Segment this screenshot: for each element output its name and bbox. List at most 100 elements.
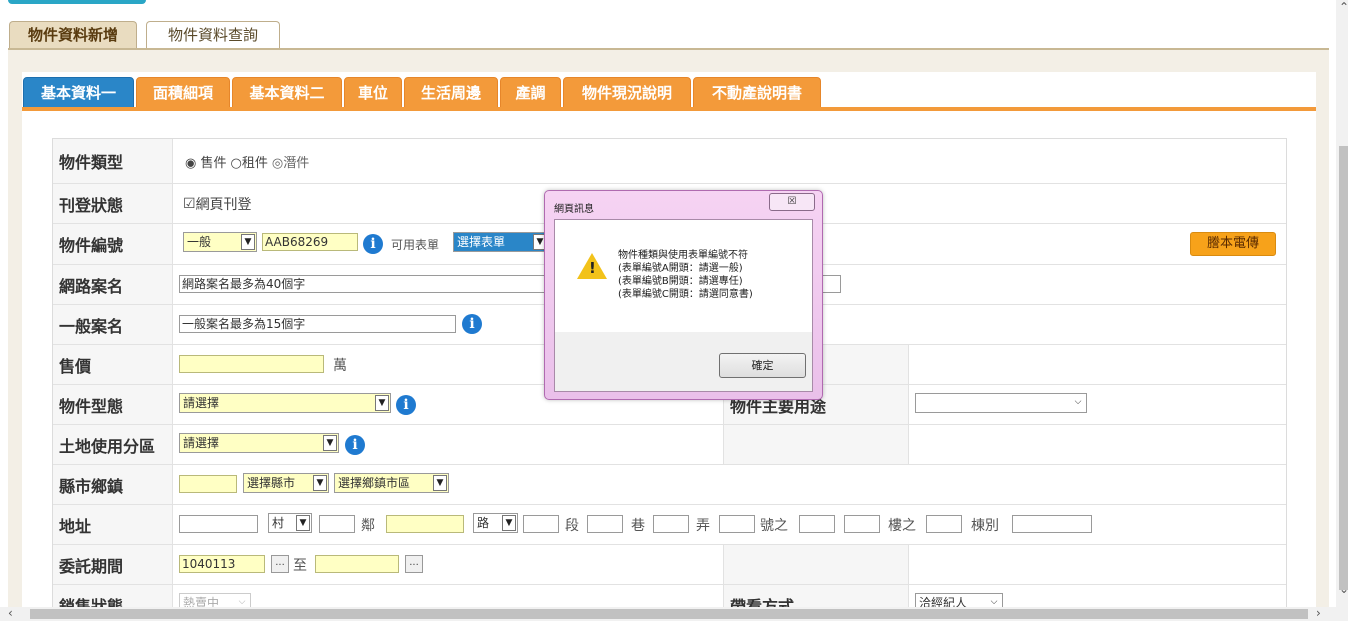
road-select-value: 路 [477, 516, 490, 530]
ok-button[interactable]: 確定 [719, 353, 806, 378]
land-zone-value: 請選擇 [183, 436, 220, 450]
object-number-input[interactable]: AAB68269 [262, 233, 358, 251]
address-label: 地址 [53, 505, 173, 544]
lane-input[interactable] [587, 515, 623, 533]
lane-label: 巷 [631, 518, 645, 534]
main-use-select[interactable]: ⌵ [915, 393, 1087, 413]
object-type-label: 物件類型 [53, 139, 173, 183]
publish-status-label: 刊登狀態 [53, 184, 173, 223]
period-start-input[interactable]: 1040113 [179, 555, 265, 573]
tab-current-status[interactable]: 物件現況說明 [563, 77, 691, 108]
general-name-label: 一般案名 [53, 305, 173, 344]
transcript-fax-button[interactable]: 謄本電傳 [1190, 232, 1276, 256]
floor-label: 樓之 [888, 518, 916, 534]
tab-underline [22, 107, 1316, 111]
radio-rent[interactable]: ○租件 [231, 152, 268, 171]
object-form-label: 物件型態 [53, 385, 173, 424]
vertical-scroll-thumb[interactable] [1339, 146, 1348, 590]
row-county: 縣市鄉鎮 選擇縣市 ▼ 選擇鄉鎮市區 ▼ [53, 465, 1286, 505]
web-name-label: 網路案名 [53, 265, 173, 304]
object-form-value: 請選擇 [183, 396, 220, 410]
land-zone-select[interactable]: 請選擇 ▼ [179, 433, 339, 453]
chevron-down-icon: ▼ [502, 515, 516, 531]
period-to-label: 至 [293, 558, 307, 574]
dialog-message: 物件種類與使用表單編號不符 (表單編號A開頭：請選一般) (表單編號B開頭：請選… [618, 250, 753, 300]
radio-sale[interactable]: ◉ 售件 [185, 152, 227, 171]
floor-input[interactable] [844, 515, 880, 533]
row-address: 地址 村 ▼ 鄰 路 ▼ 段 巷 弄 號之 樓之 棟別 [53, 505, 1286, 545]
address-city-input[interactable] [179, 515, 258, 533]
road-input[interactable] [386, 515, 464, 533]
floor-sub-input[interactable] [926, 515, 962, 533]
period-label: 委託期間 [53, 545, 173, 584]
price-input[interactable] [179, 355, 324, 373]
tab-parking[interactable]: 車位 [344, 77, 402, 108]
chevron-down-icon: ⌵ [1071, 395, 1085, 411]
publish-checkbox[interactable]: ☑ 網頁刊登 [183, 184, 252, 223]
tab-real-estate-doc[interactable]: 不動產說明書 [693, 77, 821, 108]
scroll-left-icon[interactable]: ‹ [8, 606, 13, 620]
horizontal-scroll-thumb[interactable] [30, 609, 1308, 619]
object-form-select[interactable]: 請選擇 ▼ [179, 393, 391, 413]
scroll-down-icon[interactable]: ⌄ [1339, 582, 1348, 596]
info-icon[interactable]: i [363, 234, 383, 254]
land-zone-label: 土地使用分區 [53, 425, 173, 464]
form-select[interactable]: 選擇表單 ▼ [453, 232, 549, 252]
row-object-type: 物件類型 ◉ 售件 ○租件 ◎潛件 [53, 139, 1286, 184]
form-select-value: 選擇表單 [457, 235, 506, 249]
calendar-button[interactable]: ... [405, 555, 423, 573]
tab-area-details[interactable]: 面積細項 [136, 77, 230, 108]
period-right-label [723, 545, 909, 584]
dialog-title: 網頁訊息 [554, 204, 594, 215]
object-type-radios: ◉ 售件 ○租件 ◎潛件 [185, 139, 309, 183]
tab-add-object[interactable]: 物件資料新增 [9, 21, 137, 48]
section-label: 段 [565, 518, 579, 534]
road-select[interactable]: 路 ▼ [473, 513, 518, 533]
info-icon[interactable]: i [396, 395, 416, 415]
tab-basic-info-2[interactable]: 基本資料二 [232, 77, 342, 108]
building-input[interactable] [1012, 515, 1092, 533]
radio-sale-label: 售件 [200, 155, 227, 171]
scroll-right-icon[interactable]: › [1316, 606, 1321, 620]
county-select-value: 選擇縣市 [247, 476, 296, 490]
chevron-down-icon: ▼ [433, 475, 447, 491]
number-sub-input[interactable] [799, 515, 835, 533]
alley-input[interactable] [653, 515, 689, 533]
object-category-value: 一般 [187, 235, 212, 249]
row-land-zone: 土地使用分區 請選擇 ▼ i [53, 425, 1286, 465]
tab-basic-info-1[interactable]: 基本資料一 [23, 77, 134, 108]
alley-label: 弄 [696, 518, 710, 534]
object-category-select[interactable]: 一般 ▼ [183, 232, 257, 252]
info-icon[interactable]: i [462, 314, 482, 334]
tab-query-object[interactable]: 物件資料查詢 [146, 21, 280, 48]
section-input[interactable] [523, 515, 559, 533]
county-select[interactable]: 選擇縣市 ▼ [243, 473, 329, 493]
building-label: 棟別 [971, 518, 999, 534]
info-icon[interactable]: i [345, 435, 365, 455]
chevron-down-icon: ▼ [375, 395, 389, 411]
village-select-value: 村 [272, 516, 285, 530]
price-unit: 萬 [333, 358, 347, 374]
warning-mark: ! [589, 259, 596, 277]
top-accent-bar [8, 0, 146, 4]
town-select[interactable]: 選擇鄉鎮市區 ▼ [334, 473, 449, 493]
row-period: 委託期間 1040113 ... 至 ... [53, 545, 1286, 585]
lin-input[interactable] [319, 515, 355, 533]
number-label: 號之 [760, 518, 788, 534]
scroll-up-icon[interactable]: ⌃ [1339, 0, 1348, 14]
general-name-input[interactable]: 一般案名最多為15個字 [179, 315, 456, 333]
chevron-down-icon: ▼ [313, 475, 327, 491]
lin-label: 鄰 [361, 518, 375, 534]
zip-input[interactable] [179, 475, 237, 493]
village-select[interactable]: 村 ▼ [268, 513, 312, 533]
tab-surroundings[interactable]: 生活周邊 [404, 77, 498, 108]
radio-rent-label: 租件 [241, 155, 268, 171]
calendar-button[interactable]: ... [271, 555, 289, 573]
price-label: 售價 [53, 345, 173, 384]
close-icon[interactable]: ☒ [769, 193, 815, 211]
object-number-label: 物件編號 [53, 224, 173, 264]
radio-potential[interactable]: ◎潛件 [272, 152, 309, 171]
period-end-input[interactable] [315, 555, 399, 573]
tab-property-survey[interactable]: 產調 [500, 77, 561, 108]
number-input[interactable] [719, 515, 755, 533]
